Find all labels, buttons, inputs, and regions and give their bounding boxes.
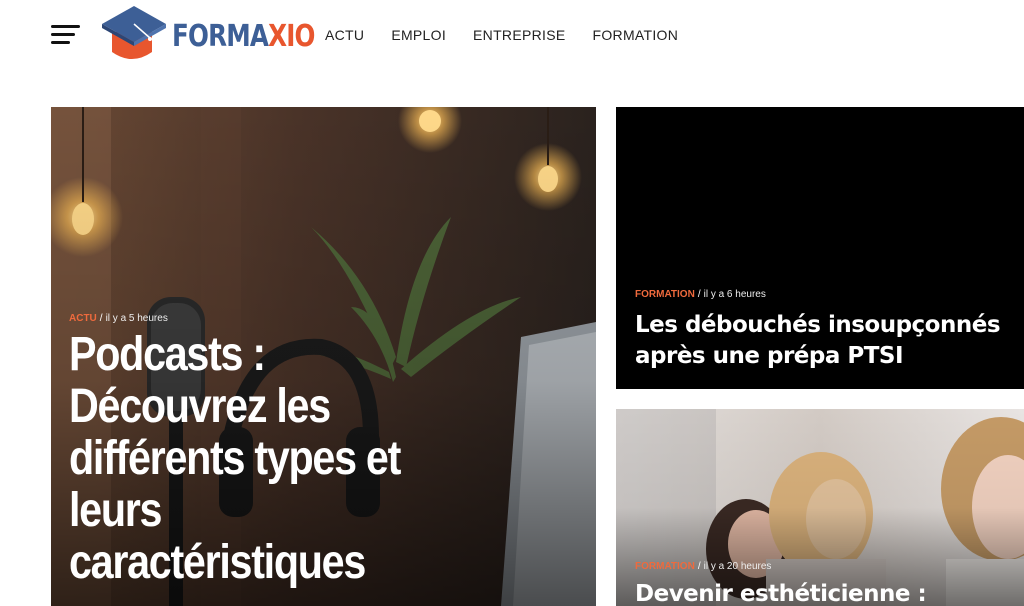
article-title[interactable]: Podcasts : Découvrez les différents type… [69, 329, 465, 589]
nav-item-emploi[interactable]: EMPLOI [391, 27, 446, 43]
article-meta: ACTU / il y a 5 heures [69, 313, 168, 324]
article-meta: FORMATION / il y a 20 heures [635, 561, 772, 572]
hamburger-menu-icon[interactable] [51, 25, 80, 45]
article-card[interactable]: FORMATION / il y a 6 heures Les débouchés … [616, 107, 1024, 389]
article-meta: FORMATION / il y a 6 heures [635, 289, 766, 300]
article-time: il y a 6 heures [703, 289, 766, 300]
category-tag[interactable]: FORMATION [635, 561, 695, 572]
article-time: il y a 5 heures [105, 313, 168, 324]
main-nav: ACTU EMPLOI ENTREPRISE FORMATION [325, 27, 705, 43]
article-title[interactable]: Devenir esthéticienne : [635, 579, 1024, 606]
category-tag[interactable]: FORMATION [635, 289, 695, 300]
nav-item-actu[interactable]: ACTU [325, 27, 364, 43]
site-logo[interactable]: FORMAXIO [100, 2, 315, 64]
beauticians-image [616, 409, 1024, 606]
logo-text: FORMAXIO [172, 19, 315, 54]
article-title[interactable]: Les débouchés insoupçonnés après une pré… [635, 310, 1024, 372]
article-card[interactable]: FORMATION / il y a 20 heures Devenir esthé… [616, 409, 1024, 606]
featured-article-card[interactable]: ACTU / il y a 5 heures Podcasts : Découvre… [51, 107, 596, 606]
graduation-cap-icon [102, 6, 166, 59]
category-tag[interactable]: ACTU [69, 313, 97, 324]
nav-item-formation[interactable]: FORMATION [593, 27, 679, 43]
site-header: FORMAXIO ACTU EMPLOI ENTREPRISE FORMATIO… [0, 0, 1024, 70]
article-time: il y a 20 heures [703, 561, 772, 572]
nav-item-entreprise[interactable]: ENTREPRISE [473, 27, 565, 43]
